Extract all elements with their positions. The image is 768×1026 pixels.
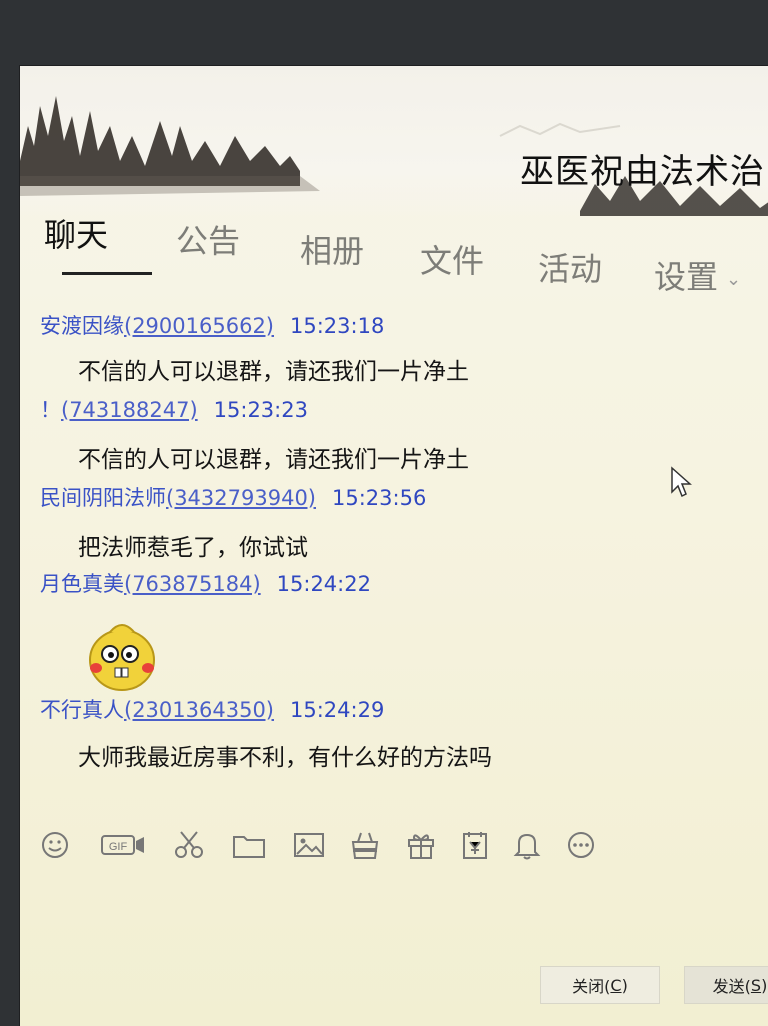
close-button[interactable]: 关闭(C) bbox=[540, 966, 660, 1004]
group-title: 巫医祝由法术治 bbox=[520, 152, 765, 192]
sticker-emoji[interactable] bbox=[82, 614, 162, 694]
sender-qq[interactable]: (2301364350) bbox=[124, 698, 274, 722]
scissors-icon[interactable] bbox=[172, 828, 206, 862]
sender-name[interactable]: 安渡因缘 bbox=[40, 314, 124, 338]
sender-name[interactable]: ！ bbox=[40, 398, 61, 422]
message-time: 15:24:29 bbox=[290, 698, 385, 722]
send-button-label: 发送( bbox=[712, 977, 751, 996]
message-time: 15:23:18 bbox=[290, 314, 385, 338]
tab-announcement[interactable]: 公告 bbox=[176, 216, 240, 262]
message-header: 安渡因缘(2900165662) 15:23:18 bbox=[40, 310, 384, 340]
sender-qq[interactable]: (763875184) bbox=[124, 572, 261, 596]
more-icon[interactable] bbox=[564, 828, 598, 862]
bell-icon[interactable] bbox=[510, 828, 544, 862]
folder-icon[interactable] bbox=[232, 828, 266, 862]
tab-files[interactable]: 文件 bbox=[420, 236, 484, 282]
tab-album[interactable]: 相册 bbox=[300, 226, 364, 272]
tab-label: 文件 bbox=[420, 242, 485, 280]
close-button-label: 关闭( bbox=[572, 977, 611, 996]
tab-label: 相册 bbox=[300, 232, 365, 270]
tab-label: 聊天 bbox=[44, 216, 109, 254]
mouse-cursor-icon bbox=[671, 466, 692, 498]
close-button-shortcut: C bbox=[610, 975, 622, 995]
gif-label: GIF bbox=[109, 841, 128, 853]
message-header: 月色真美(763875184) 15:24:22 bbox=[40, 568, 371, 598]
tab-bar: 聊天 公告 相册 文件 活动 设置 ⌄ bbox=[20, 206, 768, 296]
sender-qq[interactable]: (743188247) bbox=[61, 398, 198, 422]
sender-name[interactable]: 月色真美 bbox=[40, 572, 124, 596]
sender-name[interactable]: 不行真人 bbox=[40, 698, 124, 722]
send-button-tail: ) bbox=[761, 975, 768, 995]
tab-settings[interactable]: 设置 ⌄ bbox=[654, 252, 741, 298]
send-button-shortcut: S bbox=[750, 975, 762, 995]
close-button-tail: ) bbox=[621, 975, 628, 995]
message-time: 15:23:56 bbox=[332, 486, 427, 510]
calendar-icon[interactable] bbox=[458, 828, 492, 862]
message-text: 不信的人可以退群，请还我们一片净土 bbox=[78, 359, 469, 385]
sender-qq[interactable]: (2900165662) bbox=[124, 314, 274, 338]
gif-icon[interactable]: GIF bbox=[100, 828, 146, 862]
tab-chat[interactable]: 聊天 bbox=[44, 210, 152, 275]
image-icon[interactable] bbox=[292, 828, 326, 862]
tab-label: 活动 bbox=[538, 250, 603, 288]
message-header: ！(743188247) 15:23:23 bbox=[40, 394, 308, 424]
message-header: 不行真人(2301364350) 15:24:29 bbox=[40, 694, 384, 724]
bag-icon[interactable] bbox=[348, 828, 382, 862]
chevron-down-icon: ⌄ bbox=[726, 268, 742, 290]
sender-name[interactable]: 民间阴阳法师 bbox=[40, 486, 166, 510]
chat-window: 巫医祝由法术治 聊天 公告 相册 文件 活动 设置 ⌄ 安渡因缘(29001656… bbox=[20, 66, 768, 1026]
sender-qq[interactable]: (3432793940) bbox=[166, 486, 316, 510]
tab-label: 公告 bbox=[176, 222, 241, 260]
gift-icon[interactable] bbox=[404, 828, 438, 862]
message-text: 把法师惹毛了，你试试 bbox=[78, 535, 308, 561]
message-text: 不信的人可以退群，请还我们一片净土 bbox=[78, 447, 469, 473]
message-time: 15:23:23 bbox=[213, 398, 308, 422]
message-header: 民间阴阳法师(3432793940) 15:23:56 bbox=[40, 482, 426, 512]
tab-activity[interactable]: 活动 bbox=[538, 244, 602, 290]
input-toolbar: GIF bbox=[38, 828, 638, 868]
active-tab-underline bbox=[62, 272, 152, 275]
snowy-trees-illustration bbox=[20, 96, 768, 216]
group-banner: 巫医祝由法术治 bbox=[20, 66, 768, 216]
send-button[interactable]: 发送(S) bbox=[684, 966, 768, 1004]
message-time: 15:24:22 bbox=[276, 572, 371, 596]
message-text: 大师我最近房事不利，有什么好的方法吗 bbox=[78, 745, 492, 771]
tab-label: 设置 bbox=[654, 258, 719, 296]
smile-icon[interactable] bbox=[38, 828, 72, 862]
